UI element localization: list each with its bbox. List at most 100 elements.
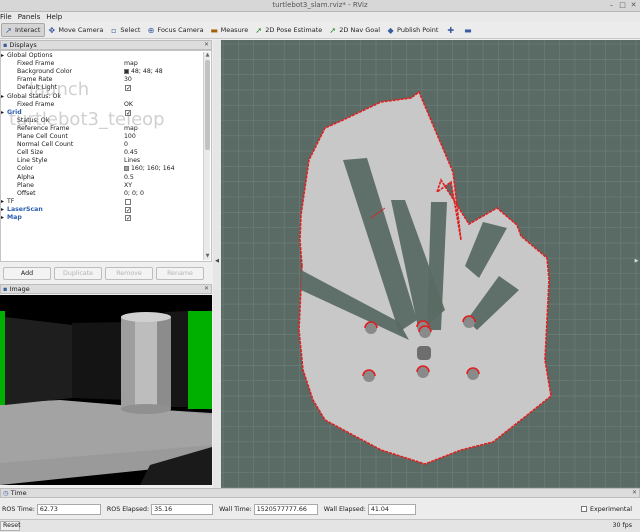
menu-panels[interactable]: Panels <box>15 12 44 22</box>
display-property-row[interactable]: ▸ LaserScan ✓ <box>1 206 201 214</box>
tool-move-camera[interactable]: ✥ Move Camera <box>45 23 107 37</box>
expand-arrow-icon[interactable]: ▸ <box>1 198 4 206</box>
panel-splitter[interactable]: ◀ <box>213 40 221 488</box>
panel-close-icon[interactable]: ✕ <box>632 489 637 497</box>
wall-elapsed-field[interactable]: 41.04 <box>367 503 416 515</box>
displays-scrollbar[interactable]: ▲ ▼ <box>203 52 210 260</box>
image-panel-header: ▪ Image ✕ <box>0 284 212 294</box>
collapse-left-icon[interactable]: ◀ <box>213 258 221 264</box>
display-property-row[interactable]: Fixed Frame OK <box>1 101 201 109</box>
panel-close-icon[interactable]: ✕ <box>204 285 209 293</box>
property-value[interactable]: 0 <box>124 141 128 149</box>
minimize-icon[interactable]: – <box>607 1 616 10</box>
scrollbar-thumb[interactable] <box>205 60 210 150</box>
property-label: Map <box>7 214 22 221</box>
displays-panel-header: ▪ Displays ✕ <box>0 40 212 50</box>
property-checkbox[interactable]: ✓ <box>125 206 131 213</box>
property-value[interactable]: map <box>124 60 138 68</box>
expand-arrow-icon[interactable]: ▸ <box>1 93 4 101</box>
experimental-checkbox[interactable] <box>581 506 587 512</box>
wall-time-field[interactable]: 1520577777.66 <box>253 503 318 515</box>
display-property-row[interactable]: Alpha 0.5 <box>1 174 201 182</box>
property-value-text: 48; 48; 48 <box>131 68 163 76</box>
color-swatch <box>124 69 129 75</box>
display-property-row[interactable]: ▸ Global Options <box>1 52 201 60</box>
display-property-row[interactable]: ▸ TF <box>1 198 201 206</box>
property-value[interactable]: 0.45 <box>124 149 138 157</box>
display-property-row[interactable]: Plane Cell Count 100 <box>1 133 201 141</box>
pose-estimate-icon: ➚ <box>255 25 263 35</box>
status-bar: Reset 30 fps <box>0 519 640 532</box>
add-tool-plus-icon[interactable]: ✚ <box>442 23 459 37</box>
expand-arrow-icon[interactable]: ▸ <box>1 206 4 214</box>
time-panel-header: ◷ Time ✕ <box>0 488 640 498</box>
panel-close-icon[interactable]: ✕ <box>204 41 209 49</box>
display-property-row[interactable]: ▸ Map ✓ <box>1 214 201 222</box>
property-value-text: 30 <box>124 76 132 84</box>
property-checkbox[interactable]: ✓ <box>125 215 131 222</box>
ros-elapsed-field[interactable]: 35.16 <box>151 503 214 515</box>
expand-arrow-icon[interactable]: ▸ <box>1 214 4 222</box>
tool-publish-point[interactable]: ◆ Publish Point <box>384 23 442 37</box>
color-swatch <box>124 166 129 172</box>
property-value-text: map <box>124 60 138 68</box>
property-value[interactable]: 48; 48; 48 <box>124 68 163 76</box>
display-property-row[interactable]: Fixed Frame map <box>1 60 201 68</box>
occupancy-map-canvas[interactable] <box>221 40 640 488</box>
displays-tree[interactable]: ▸ Map ✓ ▸ LaserScan ✓ ▸ TF Offset 0; 0; 0 Plane XY A… <box>0 50 212 262</box>
property-label: Offset <box>17 189 36 197</box>
tool-interact[interactable]: ↗ Interact <box>1 23 46 37</box>
display-property-row[interactable]: Normal Cell Count 0 <box>1 141 201 149</box>
panel-icon: ▪ <box>3 41 8 49</box>
remove-display-button[interactable]: Remove <box>105 266 153 280</box>
camera-scene-image <box>0 295 212 485</box>
ros-time-label: ROS Time: <box>2 505 35 513</box>
reset-button[interactable]: Reset <box>0 521 21 531</box>
display-property-row[interactable]: Plane XY <box>1 182 201 190</box>
duplicate-display-button[interactable]: Duplicate <box>54 266 102 280</box>
scroll-up-icon[interactable]: ▲ <box>204 52 211 59</box>
experimental-label: Experimental <box>590 505 632 513</box>
display-property-row[interactable]: Cell Size 0.45 <box>1 149 201 157</box>
menu-file[interactable]: File <box>0 12 15 22</box>
property-value[interactable]: 30 <box>124 76 132 84</box>
property-value[interactable]: 0.5 <box>124 174 134 182</box>
tool-2d-pose-estimate[interactable]: ➚ 2D Pose Estimate <box>252 23 326 37</box>
move-camera-icon: ✥ <box>48 25 56 35</box>
property-checkbox[interactable]: ✓ <box>125 85 131 92</box>
collapse-right-icon[interactable]: ▶ <box>633 258 640 264</box>
fps-readout: 30 fps <box>612 522 632 529</box>
property-value[interactable]: OK <box>124 101 133 109</box>
property-value[interactable]: Lines <box>124 157 140 165</box>
ros-elapsed-label: ROS Elapsed: <box>106 505 150 513</box>
tool-focus-camera[interactable]: ⊕ Focus Camera <box>144 23 207 37</box>
property-value[interactable]: 0; 0; 0 <box>124 190 144 198</box>
property-checkbox[interactable] <box>125 198 131 205</box>
close-icon[interactable]: ✕ <box>629 1 638 10</box>
display-property-row[interactable]: Color 160; 160; 164 <box>1 165 201 173</box>
expand-arrow-icon[interactable]: ▸ <box>1 109 4 117</box>
display-property-row[interactable]: Background Color 48; 48; 48 <box>1 68 201 76</box>
toolbar: ↗ Interact ✥ Move Camera ▫ Select ⊕ Focus Ca… <box>0 22 640 39</box>
display-property-row[interactable]: Line Style Lines <box>1 157 201 165</box>
display-property-row[interactable]: Offset 0; 0; 0 <box>1 190 201 198</box>
rename-display-button[interactable]: Rename <box>156 266 204 280</box>
time-panel-title: Time <box>10 489 27 497</box>
tool-select[interactable]: ▫ Select <box>107 23 144 37</box>
add-display-button[interactable]: Add <box>3 266 51 280</box>
tool-2d-nav-goal[interactable]: ➚ 2D Nav Goal <box>326 23 384 37</box>
menu-help[interactable]: Help <box>43 12 65 22</box>
tool-measure[interactable]: ▬ Measure <box>208 23 253 37</box>
property-value-text: 100 <box>124 133 136 140</box>
property-value-text: 0; 0; 0 <box>124 189 144 197</box>
expand-arrow-icon[interactable]: ▸ <box>1 52 4 60</box>
property-value[interactable]: 160; 160; 164 <box>124 165 175 173</box>
time-icon: ◷ <box>3 489 9 497</box>
rviz-3d-view[interactable]: ▶ <box>221 40 640 488</box>
scroll-down-icon[interactable]: ▼ <box>204 253 211 260</box>
ros-time-field[interactable]: 62.73 <box>36 503 101 515</box>
property-value[interactable]: 100 <box>124 133 136 141</box>
property-value[interactable]: XY <box>124 182 132 190</box>
remove-tool-minus-icon[interactable]: ▬ <box>459 23 477 37</box>
maximize-icon[interactable]: □ <box>618 1 627 10</box>
